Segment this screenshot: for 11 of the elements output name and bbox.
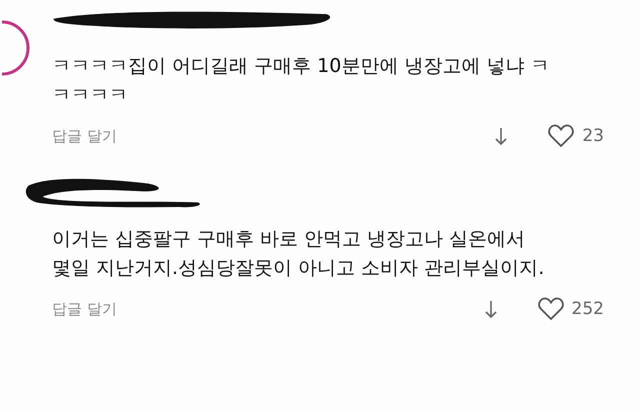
like-count: 23 [582, 126, 604, 146]
comment-text: ㅋㅋㅋㅋ집이 어디길래 구매후 10분만에 냉장고에 넣냐 ㅋ ㅋㅋㅋㅋ [52, 54, 550, 108]
heart-icon[interactable] [538, 297, 564, 321]
like-count: 252 [572, 299, 604, 319]
avatar-ring-icon[interactable] [0, 18, 30, 78]
comment-text: 이거는 십중팔구 구매후 바로 안먹고 냉장고나 실온에서 몇일 지난거지.성심당잘못이 아니고 소비자 관리부실이지. [52, 227, 546, 281]
heart-icon[interactable] [548, 124, 574, 148]
reply-link[interactable]: 답글 달기 [52, 126, 117, 146]
down-arrow-icon[interactable] [494, 126, 508, 146]
down-arrow-icon[interactable] [484, 299, 498, 319]
reply-link[interactable]: 답글 달기 [52, 300, 117, 318]
